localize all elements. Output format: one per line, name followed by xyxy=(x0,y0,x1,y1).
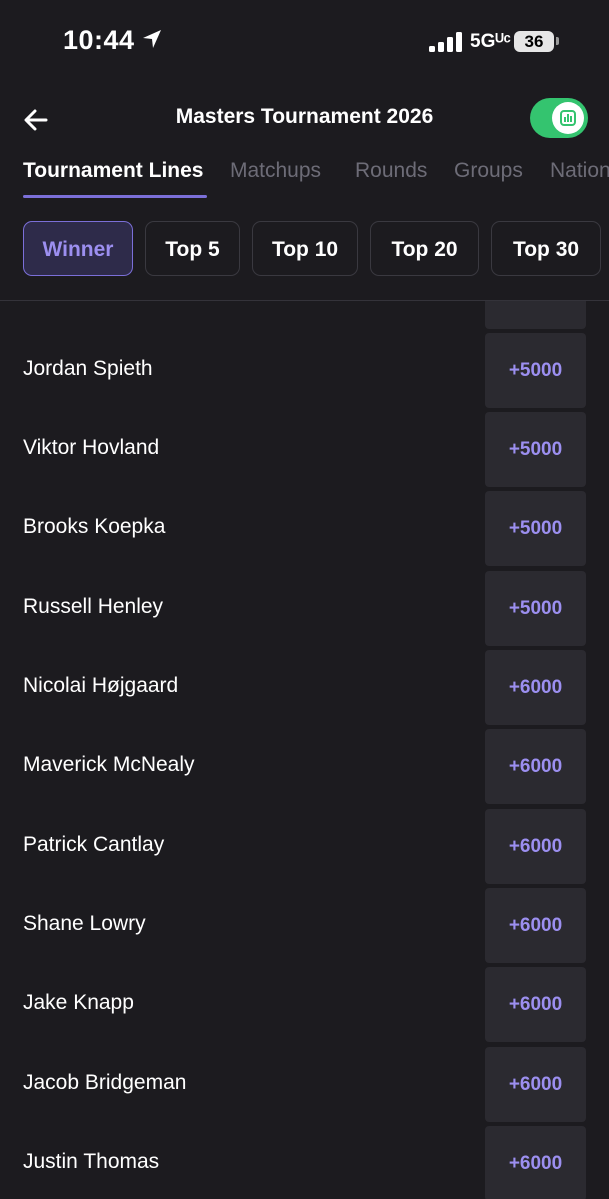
page-title: Masters Tournament 2026 xyxy=(175,105,434,128)
battery-icon: 36 xyxy=(514,31,554,52)
player-name: Patrick Cantlay xyxy=(23,833,165,856)
list-item: Maverick McNealy +6000 xyxy=(0,729,609,808)
battery-tip xyxy=(556,37,559,45)
odds-button[interactable]: +6000 xyxy=(485,967,586,1042)
tab-matchups[interactable]: Matchups xyxy=(230,159,321,183)
odds-button[interactable]: +6000 xyxy=(485,729,586,804)
player-name: Viktor Hovland xyxy=(23,436,160,459)
list-item: Jake Knapp +6000 xyxy=(0,967,609,1046)
header: Masters Tournament 2026 xyxy=(0,84,609,154)
list-item: Russell Henley +5000 xyxy=(0,571,609,650)
tab-nationality[interactable]: Nationality xyxy=(550,159,609,183)
player-name: Russell Henley xyxy=(23,595,164,618)
filter-top-10[interactable]: Top 10 xyxy=(252,221,358,276)
battery-level: 36 xyxy=(524,32,544,51)
filter-winner[interactable]: Winner xyxy=(23,221,133,276)
odds-button[interactable]: +6000 xyxy=(485,1126,586,1199)
odds-button[interactable]: +5000 xyxy=(485,333,586,408)
location-arrow-icon xyxy=(143,30,161,48)
list-item: Brooks Koepka +5000 xyxy=(0,491,609,570)
odds-button[interactable]: +6000 xyxy=(485,1047,586,1122)
list-item: Jacob Bridgeman +6000 xyxy=(0,1047,609,1126)
tab-groups[interactable]: Groups xyxy=(454,159,523,183)
tab-bar: Tournament Lines Matchups Rounds Groups … xyxy=(0,155,609,201)
player-name: Jordan Spieth xyxy=(23,357,153,380)
list-item: Jordan Spieth +5000 xyxy=(0,333,609,412)
odds-button-partial[interactable] xyxy=(485,301,586,329)
status-time: 10:44 xyxy=(63,25,135,55)
list-item: Justin Thomas +6000 xyxy=(0,1126,609,1199)
tab-tournament-lines[interactable]: Tournament Lines xyxy=(23,159,203,183)
filter-top-30[interactable]: Top 30 xyxy=(491,221,601,276)
list-item: Nicolai Højgaard +6000 xyxy=(0,650,609,729)
stats-toggle[interactable] xyxy=(530,98,588,138)
list-item: Shane Lowry +6000 xyxy=(0,888,609,967)
chart-icon xyxy=(560,110,576,126)
odds-button[interactable]: +6000 xyxy=(485,650,586,725)
status-bar: 10:44 5Gᵁᶜ 36 xyxy=(0,0,609,84)
odds-button[interactable]: +6000 xyxy=(485,809,586,884)
player-name: Justin Thomas xyxy=(23,1150,160,1173)
player-name: Brooks Koepka xyxy=(23,515,166,538)
odds-list: Jordan Spieth +5000 Viktor Hovland +5000… xyxy=(0,301,609,1199)
filter-top-20[interactable]: Top 20 xyxy=(370,221,479,276)
player-name: Nicolai Højgaard xyxy=(23,674,179,697)
player-name: Shane Lowry xyxy=(23,912,146,935)
filter-top-5[interactable]: Top 5 xyxy=(145,221,240,276)
toggle-knob xyxy=(552,102,584,134)
odds-button[interactable]: +6000 xyxy=(485,888,586,963)
player-name: Jake Knapp xyxy=(23,991,134,1014)
list-item: Patrick Cantlay +6000 xyxy=(0,809,609,888)
player-name: Jacob Bridgeman xyxy=(23,1071,187,1094)
filter-chips: Winner Top 5 Top 10 Top 20 Top 30 xyxy=(0,221,609,278)
arrow-left-icon[interactable] xyxy=(22,106,50,134)
odds-button[interactable]: +5000 xyxy=(485,491,586,566)
cellular-signal-icon xyxy=(429,32,463,52)
tab-rounds[interactable]: Rounds xyxy=(355,159,427,183)
player-name: Maverick McNealy xyxy=(23,753,195,776)
active-tab-indicator xyxy=(23,195,207,198)
odds-button[interactable]: +5000 xyxy=(485,412,586,487)
network-type: 5Gᵁᶜ xyxy=(470,31,511,52)
list-item: Viktor Hovland +5000 xyxy=(0,412,609,491)
odds-button[interactable]: +5000 xyxy=(485,571,586,646)
